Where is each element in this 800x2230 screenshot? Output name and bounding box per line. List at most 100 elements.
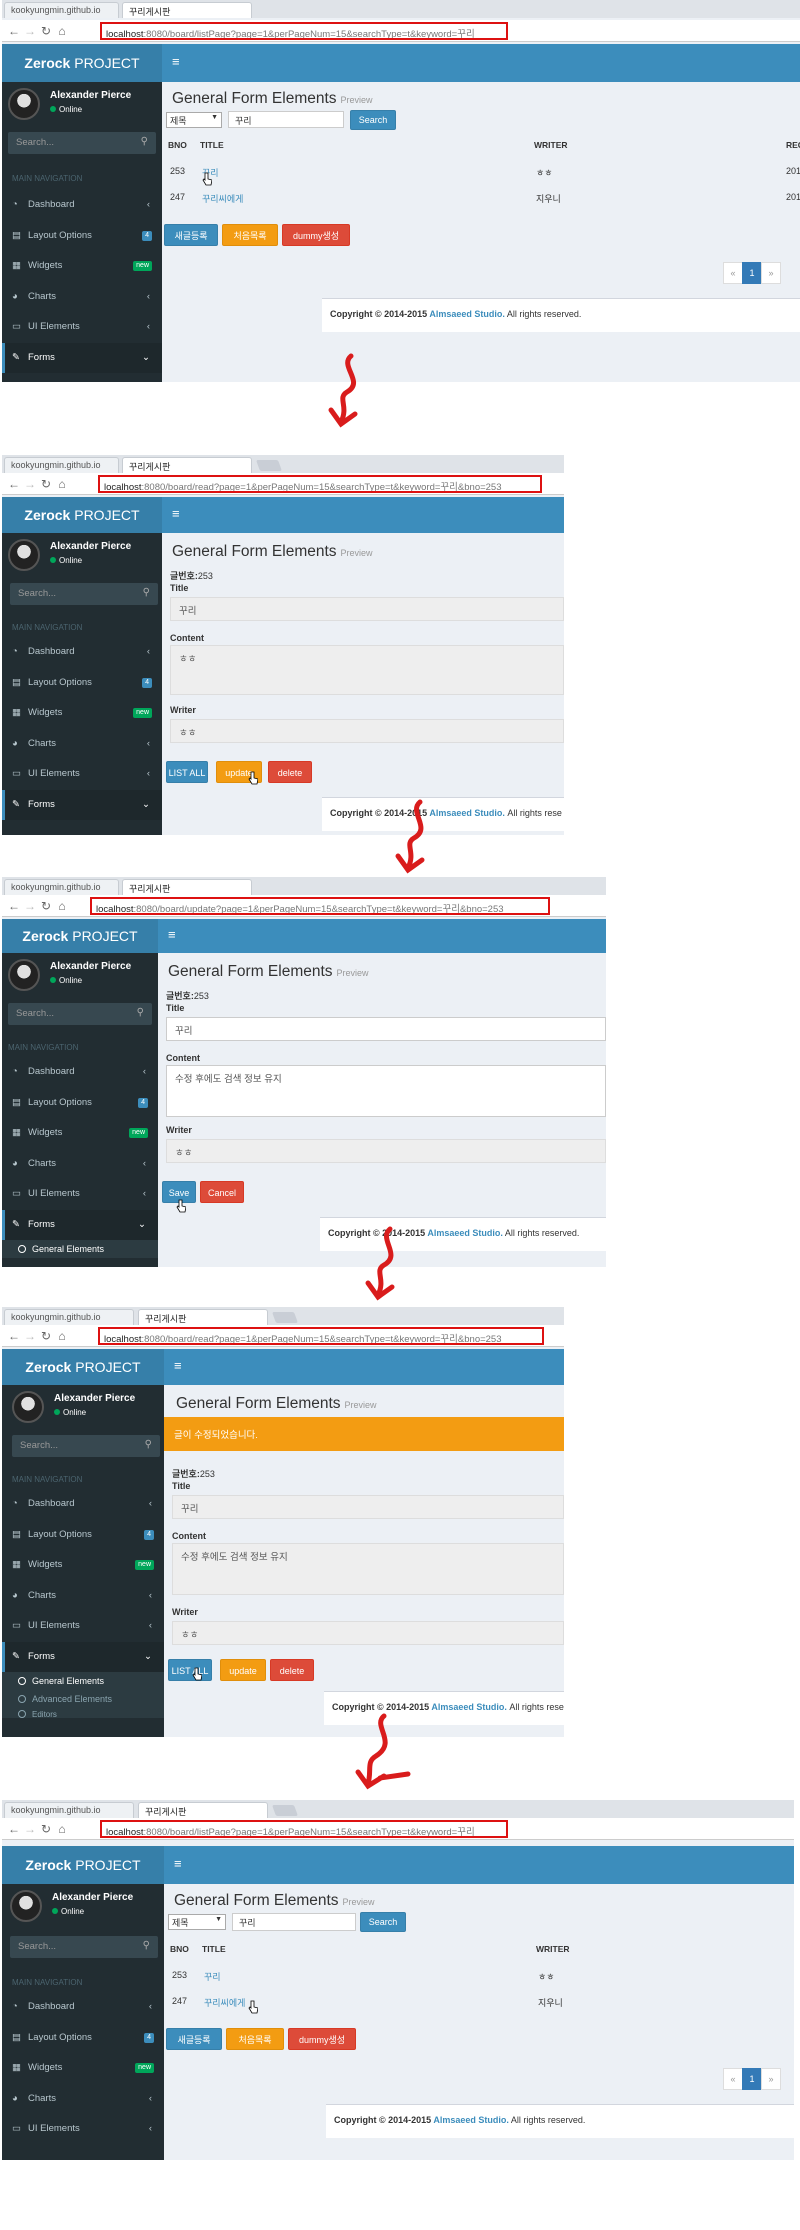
url-field[interactable]: localhost:8080/board/listPage?page=1&per… <box>100 1820 508 1838</box>
sidebar-item-widgets[interactable]: ▦ Widgets new <box>2 1118 158 1149</box>
sidebar-search-input[interactable]: Search... ⚲ <box>10 1936 158 1958</box>
sidebar-subitem-editors[interactable]: Editors <box>2 1708 164 1718</box>
sidebar-item-layout[interactable]: ▤ Layout Options 4 <box>2 1520 164 1551</box>
search-icon[interactable]: ⚲ <box>143 587 150 598</box>
page-next[interactable]: » <box>761 262 781 284</box>
search-button[interactable]: Search <box>350 110 396 130</box>
back-icon[interactable]: ← <box>8 1329 20 1343</box>
browser-tab-board[interactable]: 꾸리게시판 <box>122 2 252 18</box>
sidebar-item-widgets[interactable]: ▦ Widgets new <box>2 1550 164 1581</box>
browser-tab-board[interactable]: 꾸리게시판 <box>138 1309 268 1325</box>
sidebar-item-ui[interactable]: ▭ UI Elements ‹ <box>2 1179 158 1210</box>
keyword-input[interactable]: 꾸리 <box>228 111 344 128</box>
forward-icon[interactable]: → <box>24 899 36 913</box>
sidebar-item-widgets[interactable]: ▦ Widgets new <box>2 251 162 282</box>
new-tab-button[interactable] <box>271 1805 299 1816</box>
sidebar-search-input[interactable]: Search... ⚲ <box>8 1003 152 1025</box>
url-field[interactable]: localhost:8080/board/read?page=1&perPage… <box>98 1327 544 1345</box>
sidebar-item-forms[interactable]: ✎ Forms ⌄ <box>2 1209 158 1240</box>
home-icon[interactable]: ⌂ <box>56 24 68 38</box>
page-1[interactable]: 1 <box>742 262 762 284</box>
browser-tab-github[interactable]: kookyungmin.github.io <box>4 457 119 473</box>
page-next[interactable]: » <box>761 2068 781 2090</box>
page-prev[interactable]: « <box>723 262 743 284</box>
browser-tab-board[interactable]: 꾸리게시판 <box>122 457 252 473</box>
first-list-button[interactable]: 처음목록 <box>222 224 278 246</box>
sidebar-item-dashboard[interactable]: ◔ Dashboard ‹ <box>2 190 162 221</box>
reload-icon[interactable]: ↻ <box>40 1329 52 1343</box>
title-input[interactable]: 꾸리 <box>166 1017 606 1041</box>
search-icon[interactable]: ⚲ <box>145 1439 152 1450</box>
reload-icon[interactable]: ↻ <box>40 899 52 913</box>
sidebar-subitem-general[interactable]: General Elements <box>2 1672 164 1690</box>
forward-icon[interactable]: → <box>24 477 36 491</box>
sidebar-item-dashboard[interactable]: ◔ Dashboard ‹ <box>2 1992 164 2023</box>
browser-tab-board[interactable]: 꾸리게시판 <box>138 1802 268 1818</box>
sidebar-item-charts[interactable]: ◕ Charts ‹ <box>2 1149 158 1180</box>
sidebar-item-dashboard[interactable]: ◔ Dashboard ‹ <box>2 1489 164 1520</box>
sidebar-item-charts[interactable]: ◕ Charts ‹ <box>2 282 162 313</box>
search-type-select[interactable]: 제목 ▼ <box>166 112 222 128</box>
search-type-select[interactable]: 제목 ▼ <box>168 1914 226 1930</box>
forward-icon[interactable]: → <box>24 24 36 38</box>
sidebar-search-input[interactable]: Search... ⚲ <box>8 132 156 154</box>
dummy-button[interactable]: dummy생성 <box>282 224 350 246</box>
sidebar-subitem-general[interactable]: General Elements <box>2 1240 158 1258</box>
url-field[interactable]: localhost:8080/board/read?page=1&perPage… <box>98 475 542 493</box>
home-icon[interactable]: ⌂ <box>56 1329 68 1343</box>
browser-tab-github[interactable]: kookyungmin.github.io <box>4 1802 134 1818</box>
page-prev[interactable]: « <box>723 2068 743 2090</box>
search-icon[interactable]: ⚲ <box>141 136 148 147</box>
sidebar-item-ui[interactable]: ▭ UI Elements ‹ <box>2 312 162 343</box>
home-icon[interactable]: ⌂ <box>56 899 68 913</box>
forward-icon[interactable]: → <box>24 1329 36 1343</box>
first-list-button[interactable]: 처음목록 <box>226 2028 284 2050</box>
sidebar-item-charts[interactable]: ◕ Charts ‹ <box>2 1581 164 1612</box>
browser-tab-github[interactable]: kookyungmin.github.io <box>4 2 119 18</box>
reload-icon[interactable]: ↻ <box>40 24 52 38</box>
menu-toggle-icon[interactable]: ≡ <box>168 927 176 942</box>
row-title-link[interactable]: 꾸리 <box>204 1970 221 1983</box>
search-icon[interactable]: ⚲ <box>143 1940 150 1951</box>
sidebar-item-ui[interactable]: ▭ UI Elements ‹ <box>2 759 162 790</box>
url-field[interactable]: localhost:8080/board/listPage?page=1&per… <box>100 22 508 40</box>
back-icon[interactable]: ← <box>8 477 20 491</box>
dummy-button[interactable]: dummy생성 <box>288 2028 356 2050</box>
list-all-button[interactable]: LIST ALL <box>168 1659 212 1681</box>
browser-tab-github[interactable]: kookyungmin.github.io <box>4 879 119 895</box>
reload-icon[interactable]: ↻ <box>40 477 52 491</box>
brand-logo[interactable]: Zerock PROJECT <box>2 919 158 953</box>
brand-logo[interactable]: Zerock PROJECT <box>2 1846 164 1884</box>
menu-toggle-icon[interactable]: ≡ <box>172 54 180 69</box>
cancel-button[interactable]: Cancel <box>200 1181 244 1203</box>
sidebar-item-forms[interactable]: ✎ Forms ⌄ <box>2 342 162 373</box>
sidebar-item-layout[interactable]: ▤ Layout Options 4 <box>2 1088 158 1119</box>
menu-toggle-icon[interactable]: ≡ <box>174 1358 182 1373</box>
sidebar-item-charts[interactable]: ◕ Charts ‹ <box>2 729 162 760</box>
row-title-link[interactable]: 꾸리씨에게 <box>202 192 243 205</box>
sidebar-item-widgets[interactable]: ▦ Widgets new <box>2 2053 164 2084</box>
home-icon[interactable]: ⌂ <box>56 1822 68 1836</box>
sidebar-search-input[interactable]: Search... ⚲ <box>12 1435 160 1457</box>
sidebar-item-ui[interactable]: ▭ UI Elements ‹ <box>2 2114 164 2145</box>
sidebar-item-widgets[interactable]: ▦ Widgets new <box>2 698 162 729</box>
sidebar-search-input[interactable]: Search... ⚲ <box>10 583 158 605</box>
new-tab-button[interactable] <box>271 1312 299 1323</box>
sidebar-item-ui[interactable]: ▭ UI Elements ‹ <box>2 1611 164 1642</box>
content-textarea[interactable]: 수정 후에도 검색 정보 유지 <box>166 1065 606 1117</box>
home-icon[interactable]: ⌂ <box>56 477 68 491</box>
brand-logo[interactable]: Zerock PROJECT <box>2 1349 164 1385</box>
sidebar-subitem-advanced[interactable]: Advanced Elements <box>2 1690 164 1708</box>
menu-toggle-icon[interactable]: ≡ <box>174 1856 182 1871</box>
sidebar-item-charts[interactable]: ◕ Charts ‹ <box>2 2084 164 2115</box>
sidebar-item-dashboard[interactable]: ◔ Dashboard ‹ <box>2 637 162 668</box>
sidebar-item-forms[interactable]: ✎ Forms ⌄ <box>2 789 162 820</box>
delete-button[interactable]: delete <box>270 1659 314 1681</box>
row-title-link[interactable]: 꾸리씨에게 <box>204 1996 245 2009</box>
new-tab-button[interactable] <box>255 460 283 471</box>
reload-icon[interactable]: ↻ <box>40 1822 52 1836</box>
back-icon[interactable]: ← <box>8 24 20 38</box>
keyword-input[interactable]: 꾸리 <box>232 1913 356 1931</box>
new-post-button[interactable]: 새글등록 <box>164 224 218 246</box>
update-button[interactable]: update <box>220 1659 266 1681</box>
